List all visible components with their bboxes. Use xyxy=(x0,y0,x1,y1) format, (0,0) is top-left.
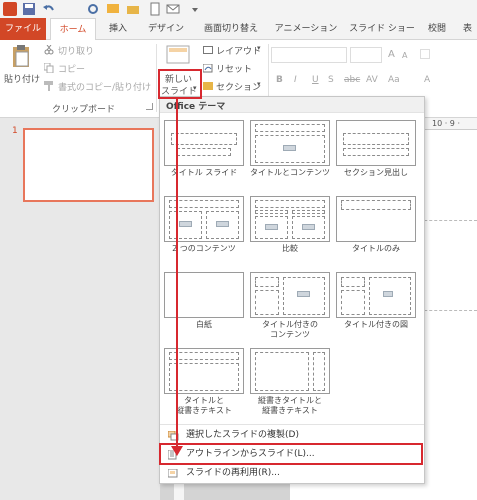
copy-icon xyxy=(43,62,54,74)
section-dropdown-arrow-icon[interactable]: ▾ xyxy=(257,80,261,88)
font-color-button[interactable]: A xyxy=(424,75,430,85)
quick-access-toolbar xyxy=(0,0,477,18)
duplicate-slide-label: 選択したスライドの複製(D) xyxy=(186,430,299,440)
font-size-down-icon[interactable]: A xyxy=(402,51,407,60)
ruler-marks: 10 · 9 · xyxy=(432,119,460,128)
powerpoint-logo-icon xyxy=(3,2,17,16)
layout-name: タイトル付きの図 xyxy=(344,320,408,329)
reuse-slides-icon xyxy=(167,468,179,478)
annotation-highlight-new-slide xyxy=(158,69,202,99)
paste-icon[interactable] xyxy=(10,44,32,70)
clipboard-dialog-launcher-icon[interactable] xyxy=(146,103,153,110)
layout-title-only[interactable]: タイトルのみ xyxy=(336,196,416,260)
layout-comparison[interactable]: 比較 xyxy=(250,196,330,260)
layout-icon xyxy=(203,46,213,54)
layout-name: タイトル スライド xyxy=(170,168,238,177)
format-painter-icon xyxy=(44,81,54,91)
layout-name: 比較 xyxy=(282,244,298,253)
email-icon[interactable] xyxy=(166,2,180,16)
cut-button[interactable]: 切り取り xyxy=(58,44,94,57)
layout-dropdown-arrow-icon[interactable]: ▾ xyxy=(257,44,261,52)
customize-qat-icon[interactable] xyxy=(188,2,202,16)
font-name-box[interactable] xyxy=(271,47,347,63)
tab-slideshow[interactable]: スライド ショー xyxy=(346,18,418,40)
tab-transitions[interactable]: 画面切り替え xyxy=(196,18,266,40)
layout-button[interactable]: レイアウト xyxy=(216,44,261,57)
layout-name: 縦書きタイトルと 縦書きテキスト xyxy=(258,396,322,415)
open-folder-icon[interactable] xyxy=(126,2,140,16)
layout-thumbnail xyxy=(336,272,416,318)
section-button[interactable]: セクション xyxy=(216,80,261,93)
tab-review[interactable]: 校閲 xyxy=(420,18,454,40)
duplicate-slide-menu-item[interactable]: 選択したスライドの複製(D) xyxy=(160,426,424,444)
start-from-beginning-icon[interactable] xyxy=(106,2,120,16)
reset-icon xyxy=(202,63,213,73)
layout-thumbnail xyxy=(250,120,330,166)
ribbon-tabs: ファイル ホーム 挿入 デザイン 画面切り替え アニメーション スライド ショー… xyxy=(0,18,477,41)
character-spacing-button[interactable]: AV xyxy=(366,75,378,85)
format-painter-button[interactable]: 書式のコピー/貼り付け xyxy=(58,80,151,93)
tab-insert[interactable]: 挿入 xyxy=(100,18,136,40)
new-slide-icon[interactable] xyxy=(165,44,191,66)
slide-thumbnail[interactable] xyxy=(23,128,154,202)
bold-button[interactable]: B xyxy=(276,75,283,85)
layout-thumbnail xyxy=(336,196,416,242)
layout-name: タイトルとコンテンツ xyxy=(250,168,330,177)
layout-name: 2 つのコンテンツ xyxy=(172,244,236,253)
tab-home[interactable]: ホーム xyxy=(50,18,96,41)
layout-name: 白紙 xyxy=(196,320,212,329)
copy-button[interactable]: コピー xyxy=(58,62,85,75)
save-icon[interactable] xyxy=(22,2,36,16)
tab-animations[interactable]: アニメーション xyxy=(270,18,342,40)
annotation-highlight-outline xyxy=(159,443,423,465)
layout-name: タイトルと 縦書きテキスト xyxy=(176,396,232,415)
reset-button[interactable]: リセット xyxy=(216,62,252,75)
section-icon xyxy=(203,82,213,90)
menu-divider xyxy=(160,424,424,425)
layout-thumbnail xyxy=(250,348,330,394)
layout-vertical-title-and-text[interactable]: 縦書きタイトルと 縦書きテキスト xyxy=(250,348,330,415)
reuse-slides-menu-item[interactable]: スライドの再利用(R)... xyxy=(160,464,424,482)
scissors-icon xyxy=(44,44,54,55)
layout-section-header[interactable]: セクション見出し xyxy=(336,120,416,184)
gallery-header: Office テーマ xyxy=(160,97,424,113)
underline-button[interactable]: U xyxy=(312,75,319,85)
tab-design[interactable]: デザイン xyxy=(140,18,192,40)
clear-formatting-icon[interactable] xyxy=(420,49,430,59)
redo-icon[interactable] xyxy=(86,2,100,16)
paste-button[interactable]: 貼り付け xyxy=(4,72,40,85)
italic-button[interactable]: I xyxy=(294,75,297,85)
undo-icon[interactable] xyxy=(42,2,56,16)
annotation-arrow-line xyxy=(176,99,178,449)
font-size-box[interactable] xyxy=(350,47,382,63)
change-case-button[interactable]: Aa xyxy=(388,75,400,85)
layout-thumbnail xyxy=(250,196,330,242)
shadow-button[interactable]: S xyxy=(328,75,334,85)
strikethrough-button[interactable]: abc xyxy=(344,75,360,85)
layout-thumbnail xyxy=(250,272,330,318)
slide-number: 1 xyxy=(12,126,18,136)
layout-name: セクション見出し xyxy=(344,168,408,177)
layout-picture-with-caption[interactable]: タイトル付きの図 xyxy=(336,272,416,336)
font-size-up-icon[interactable]: A xyxy=(388,49,395,60)
layout-title-and-content[interactable]: タイトルとコンテンツ xyxy=(250,120,330,184)
layout-thumbnail xyxy=(336,120,416,166)
clipboard-group-label: クリップボード xyxy=(52,105,116,115)
tab-view[interactable]: 表 xyxy=(458,18,477,40)
new-file-icon[interactable] xyxy=(148,2,162,16)
reuse-slides-label: スライドの再利用(R)... xyxy=(186,468,280,478)
tab-file[interactable]: ファイル xyxy=(0,18,46,40)
layout-name: タイトルのみ xyxy=(352,244,400,253)
layout-content-with-caption[interactable]: タイトル付きの コンテンツ xyxy=(250,272,330,339)
layout-name: タイトル付きの コンテンツ xyxy=(262,320,318,339)
